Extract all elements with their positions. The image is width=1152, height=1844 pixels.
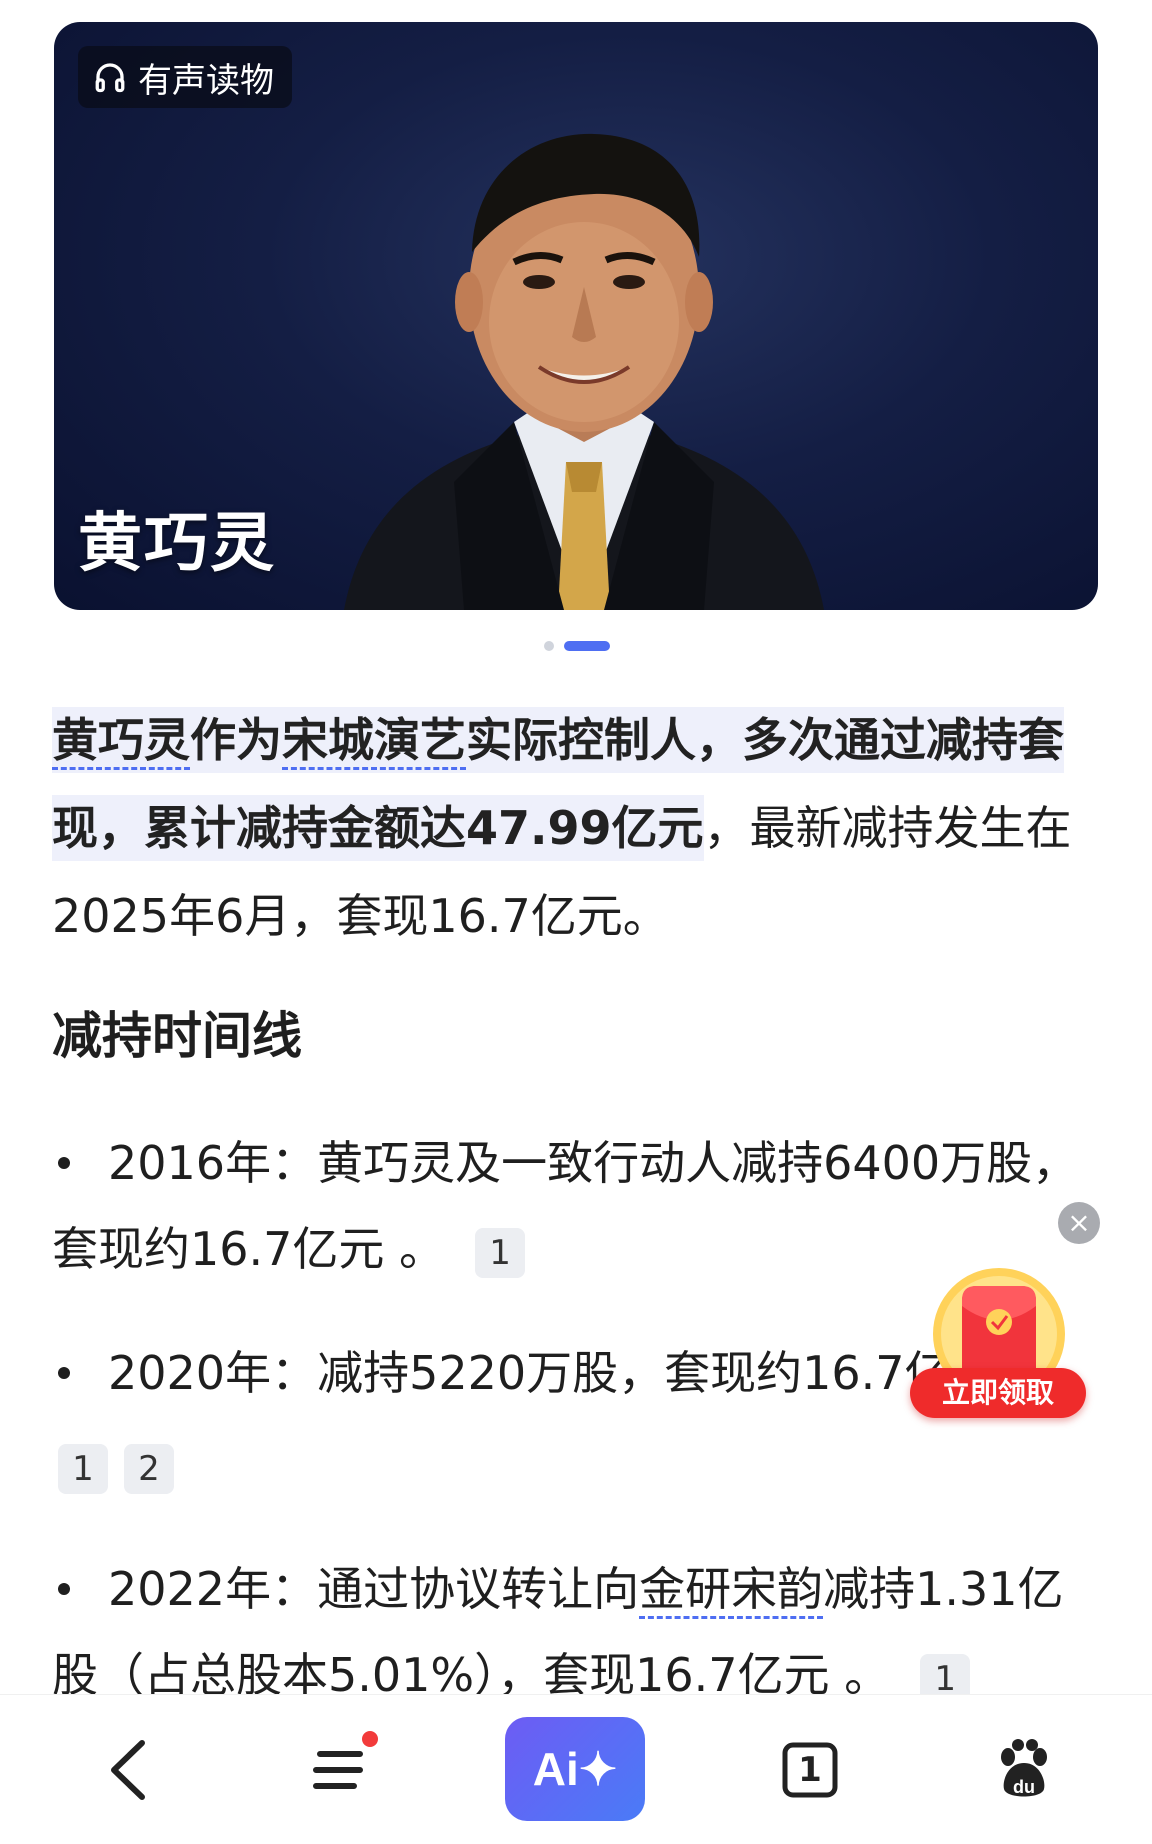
audiobook-badge-label: 有声读物 bbox=[138, 60, 274, 101]
pager-dot[interactable] bbox=[544, 641, 554, 651]
bottom-nav-bar: Ai✦ 1 du bbox=[0, 1694, 1152, 1844]
bullet-icon bbox=[58, 1156, 70, 1169]
entity-link-company[interactable]: 金研宋韵 bbox=[639, 1562, 824, 1619]
ai-assistant-button[interactable]: Ai✦ bbox=[505, 1717, 645, 1821]
headphones-icon bbox=[95, 63, 125, 93]
citation-badge[interactable]: 1 bbox=[58, 1443, 108, 1494]
baidu-paw-icon: du bbox=[1001, 1739, 1047, 1797]
answer-summary: 黄巧灵作为宋城演艺实际控制人，多次通过减持套现，累计减持金额达47.99亿元，最… bbox=[52, 696, 1102, 960]
tabs-count: 1 bbox=[798, 1750, 822, 1790]
audiobook-hero-card[interactable]: 有声读物 黄巧灵 bbox=[54, 22, 1098, 610]
chevron-left-icon bbox=[111, 1740, 145, 1800]
back-button[interactable] bbox=[88, 1695, 168, 1844]
menu-button[interactable] bbox=[300, 1695, 380, 1844]
timeline-text: 2020年：减持5220万股，套现约16.7亿 bbox=[108, 1346, 951, 1400]
close-icon[interactable]: × bbox=[1058, 1202, 1100, 1244]
person-portrait bbox=[344, 133, 824, 610]
tabs-button[interactable]: 1 bbox=[770, 1695, 850, 1844]
hero-person-name: 黄巧灵 bbox=[78, 507, 276, 581]
section-title: 减持时间线 bbox=[52, 1007, 302, 1065]
list-item: 2022年：通过协议转让向金研宋韵减持1.31亿股（占总股本5.01%），套现1… bbox=[52, 1546, 1102, 1718]
timeline-text: 2016年：黄巧灵及一致行动人减持6400万股，套现约16.7亿元 。 bbox=[52, 1136, 1079, 1276]
notification-dot bbox=[362, 1731, 378, 1747]
audiobook-badge[interactable]: 有声读物 bbox=[78, 46, 292, 108]
bullet-icon bbox=[58, 1366, 70, 1379]
svg-text:du: du bbox=[1013, 1777, 1035, 1797]
citation-badge[interactable]: 1 bbox=[475, 1227, 526, 1278]
baidu-home-button[interactable]: du bbox=[984, 1695, 1064, 1844]
menu-icon bbox=[313, 1751, 363, 1789]
citation-badge[interactable]: 2 bbox=[124, 1443, 174, 1494]
carousel-pager bbox=[544, 641, 610, 651]
claim-now-button[interactable]: 立即领取 bbox=[910, 1368, 1086, 1418]
pager-dot-active[interactable] bbox=[564, 641, 610, 651]
summary-text: 作为 bbox=[190, 713, 282, 767]
timeline-list: 2016年：黄巧灵及一致行动人减持6400万股，套现约16.7亿元 。 1 202… bbox=[52, 1120, 1102, 1756]
entity-link-company[interactable]: 宋城演艺 bbox=[282, 713, 466, 770]
timeline-text: 2022年：通过协议转让向 bbox=[108, 1562, 640, 1616]
entity-link-person[interactable]: 黄巧灵 bbox=[52, 713, 190, 770]
bullet-icon bbox=[58, 1582, 70, 1595]
